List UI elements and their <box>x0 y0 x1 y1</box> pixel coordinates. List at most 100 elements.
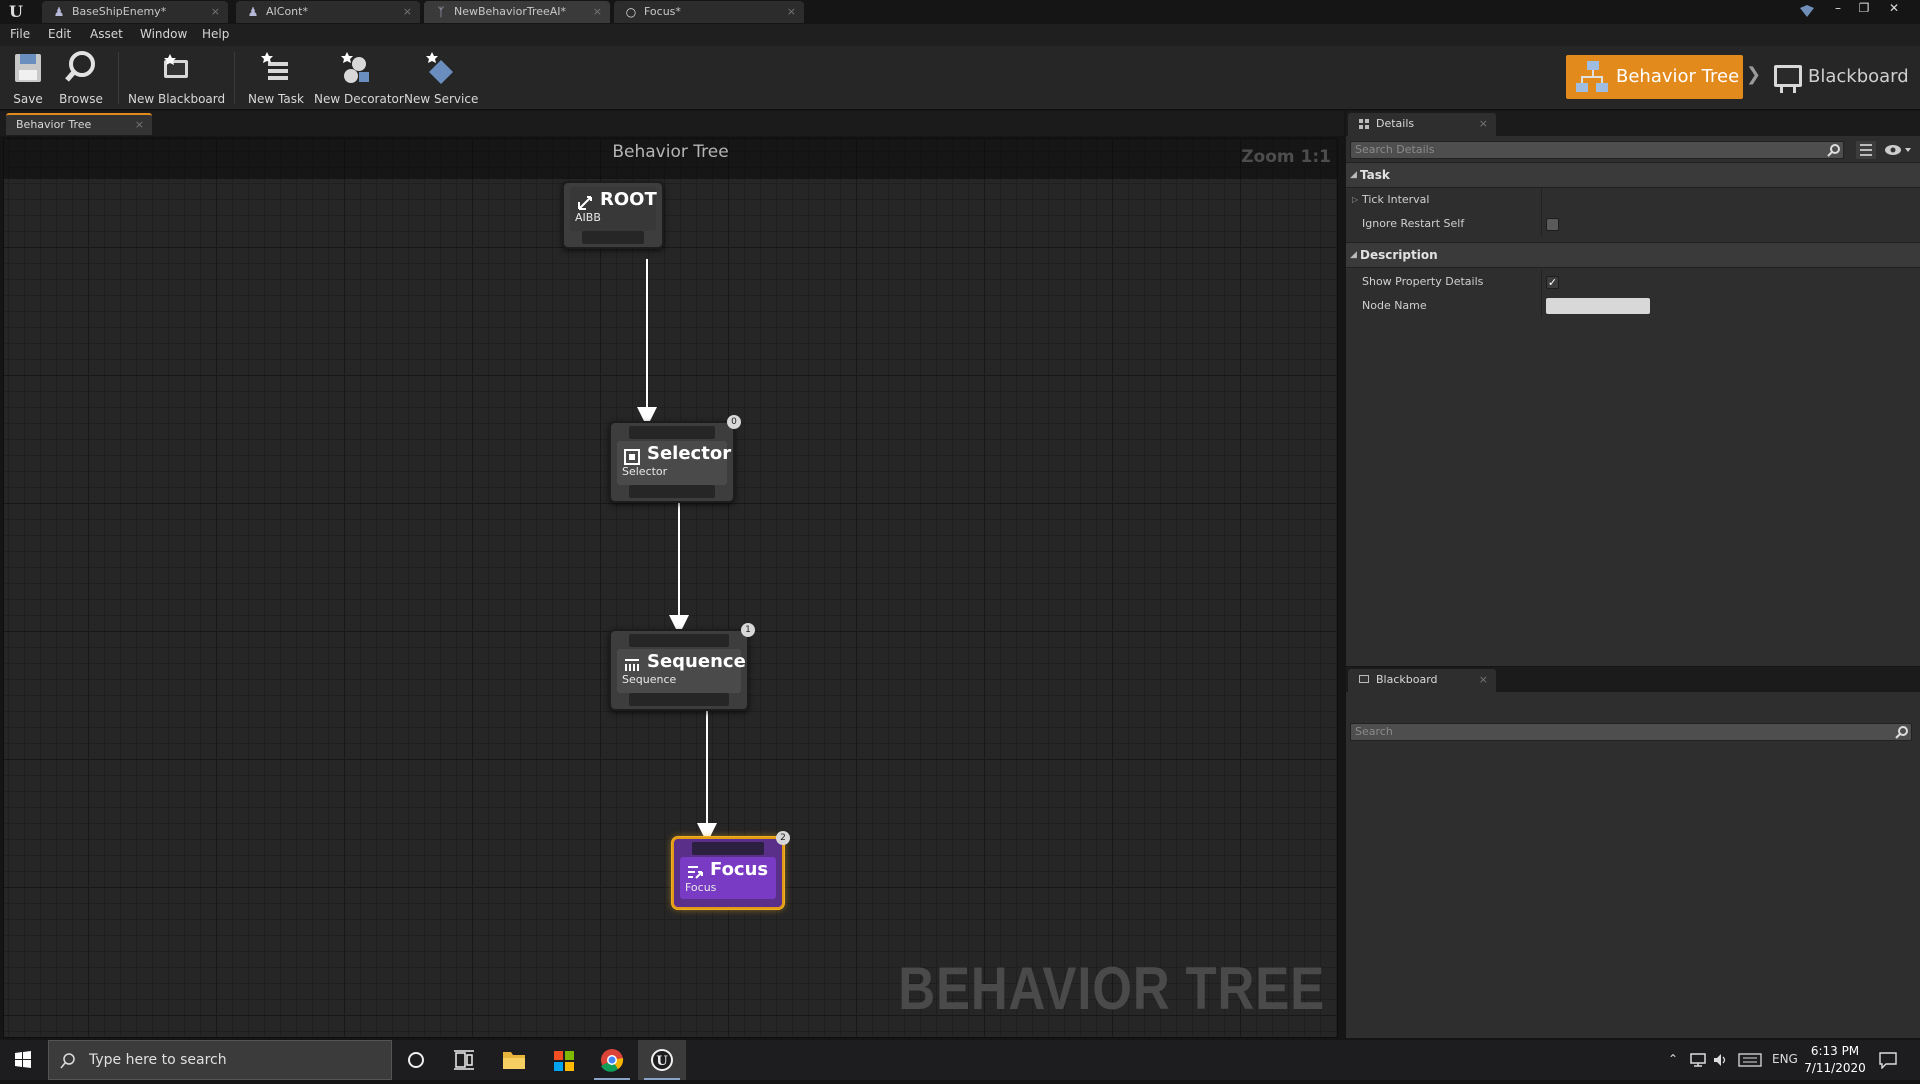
output-pin[interactable] <box>582 231 644 244</box>
close-tab-icon[interactable]: × <box>135 115 144 135</box>
tab-blackboard[interactable]: Blackboard × <box>1348 669 1496 692</box>
property-divider <box>1541 270 1542 294</box>
keyboard-icon[interactable] <box>1738 1053 1762 1067</box>
store-button[interactable] <box>540 1040 588 1080</box>
close-window-button[interactable]: ✕ <box>1882 0 1906 18</box>
close-tab-icon[interactable]: × <box>1479 669 1488 691</box>
close-tab-icon[interactable]: × <box>211 1 220 23</box>
input-pin[interactable] <box>629 426 715 439</box>
chrome-button[interactable] <box>588 1040 636 1080</box>
behavior-tree-mode-label: Behavior Tree <box>1616 66 1740 87</box>
store-icon <box>554 1051 574 1071</box>
new-service-button[interactable]: New Service <box>404 50 479 106</box>
taskbar-search-box[interactable]: Type here to search <box>48 1040 392 1080</box>
file-explorer-button[interactable] <box>490 1040 538 1080</box>
selector-icon <box>624 449 640 465</box>
network-icon[interactable] <box>1690 1052 1708 1068</box>
cortana-button[interactable] <box>392 1040 440 1080</box>
new-task-button[interactable]: New Task <box>244 50 308 106</box>
close-tab-icon[interactable]: × <box>787 1 796 23</box>
details-search-input[interactable]: Search Details <box>1350 141 1844 159</box>
doc-tab-baseshipenemy[interactable]: ♟ BaseShipEnemy* × <box>42 1 228 23</box>
chevron-right-icon: ❯ <box>1746 64 1762 85</box>
task-icon: ○ <box>625 5 637 19</box>
property-divider <box>1541 188 1542 212</box>
collapse-triangle-icon: ◢ <box>1350 250 1357 260</box>
notifications-icon[interactable] <box>1878 1051 1898 1069</box>
clock-time: 6:13 PM <box>1810 1044 1860 1058</box>
execution-order-badge: 0 <box>727 415 741 429</box>
doc-tab-focus[interactable]: ○ Focus* × <box>614 1 804 23</box>
menu-window[interactable]: Window <box>140 27 187 41</box>
blackboard-search-input[interactable]: Search <box>1350 723 1912 741</box>
property-show-property-details: Show Property Details ✓ <box>1346 270 1920 294</box>
search-icon <box>1827 144 1840 157</box>
collapse-triangle-icon: ◢ <box>1350 170 1357 180</box>
selector-node[interactable]: Selector Selector 0 <box>609 415 741 503</box>
behavior-tree-icon <box>1576 61 1608 92</box>
tab-behavior-tree[interactable]: Behavior Tree × <box>6 113 152 135</box>
volume-icon[interactable] <box>1712 1052 1730 1068</box>
category-description[interactable]: ◢ Description <box>1346 242 1920 268</box>
menu-edit[interactable]: Edit <box>48 27 71 41</box>
node-name-field[interactable] <box>1546 298 1650 314</box>
behavior-tree-mode-button[interactable]: Behavior Tree <box>1566 55 1743 99</box>
root-node[interactable]: ROOT AIBB <box>562 181 664 249</box>
source-control-icon[interactable] <box>1798 4 1816 18</box>
output-pin[interactable] <box>629 485 715 498</box>
language-indicator[interactable]: ENG <box>1772 1052 1798 1066</box>
property-node-name: Node Name <box>1346 294 1920 318</box>
task-view-button[interactable] <box>440 1040 488 1080</box>
save-button[interactable]: Save <box>8 50 48 106</box>
category-task[interactable]: ◢ Task <box>1346 162 1920 188</box>
input-pin[interactable] <box>692 842 764 855</box>
view-options-eye-icon[interactable] <box>1884 143 1914 157</box>
chrome-icon <box>601 1049 624 1072</box>
windows-start-icon[interactable] <box>0 1040 46 1080</box>
doc-tab-newbehaviortreeai[interactable]: ᛉ NewBehaviorTreeAI* × <box>424 1 610 23</box>
blackboard-mode-button[interactable]: Blackboard <box>1766 55 1916 99</box>
doc-tab-label: Focus* <box>644 5 681 18</box>
expand-triangle-icon[interactable]: ▷ <box>1352 188 1358 212</box>
blackboard-panel: Search <box>1346 692 1920 1038</box>
new-blackboard-icon <box>164 54 188 78</box>
tab-details[interactable]: Details × <box>1348 113 1496 136</box>
sequence-icon <box>625 659 639 671</box>
doc-tab-aicont[interactable]: ♟ AICont* × <box>236 1 420 23</box>
focus-task-node[interactable]: Focus Focus 2 <box>672 831 790 909</box>
menu-bar: File Edit Asset Window Help <box>0 24 1920 46</box>
maximize-button[interactable]: ❐ <box>1852 0 1876 18</box>
menu-file[interactable]: File <box>10 27 30 41</box>
new-blackboard-button[interactable]: New Blackboard <box>128 50 225 106</box>
input-pin[interactable] <box>629 634 729 647</box>
sequence-node[interactable]: Sequence Sequence 1 <box>609 623 755 711</box>
new-service-label: New Service <box>404 92 479 106</box>
toolbar-separator <box>118 52 119 104</box>
new-decorator-button[interactable]: New Decorator <box>314 50 404 106</box>
property-tick-interval[interactable]: ▷ Tick Interval <box>1346 188 1920 212</box>
cortana-icon <box>408 1052 424 1068</box>
graph-tab-strip: Behavior Tree × <box>0 111 1344 136</box>
graph-canvas[interactable]: Behavior Tree Zoom 1:1 ROOT AIBB Selecto… <box>3 138 1338 1038</box>
menu-asset[interactable]: Asset <box>90 27 123 41</box>
close-tab-icon[interactable]: × <box>1479 113 1488 135</box>
output-pin[interactable] <box>629 693 729 706</box>
show-hidden-icons-chevron-icon[interactable]: ⌃ <box>1668 1052 1678 1066</box>
node-connections <box>637 259 717 843</box>
search-placeholder: Search Details <box>1355 143 1435 156</box>
property-divider <box>1541 212 1542 236</box>
close-tab-icon[interactable]: × <box>403 1 412 23</box>
task-icon <box>688 866 703 879</box>
unreal-engine-button[interactable]: U <box>638 1040 686 1080</box>
close-tab-icon[interactable]: × <box>593 1 602 23</box>
browse-button[interactable]: Browse <box>56 50 106 106</box>
node-title: Sequence <box>647 651 746 672</box>
ignore-restart-self-checkbox[interactable] <box>1546 218 1559 231</box>
menu-help[interactable]: Help <box>202 27 229 41</box>
show-property-details-checkbox[interactable]: ✓ <box>1546 276 1559 289</box>
clock-date: 7/11/2020 <box>1804 1061 1866 1075</box>
category-label: Task <box>1360 168 1390 182</box>
system-clock[interactable]: 6:13 PM 7/11/2020 <box>1800 1043 1870 1077</box>
minimize-button[interactable]: – <box>1826 0 1850 18</box>
property-matrix-icon[interactable] <box>1856 141 1876 159</box>
